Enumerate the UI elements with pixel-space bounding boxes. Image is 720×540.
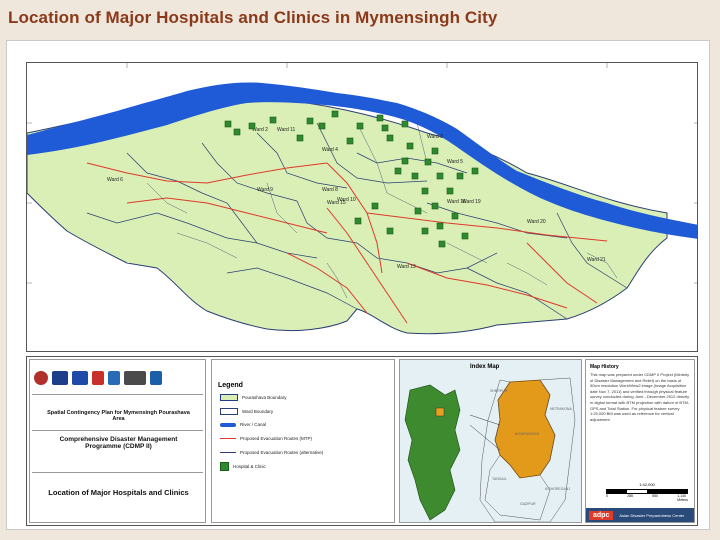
ward-label: Ward 19 — [462, 199, 481, 205]
legend-item: Pourashava Boundary — [220, 394, 287, 401]
scale-unit: Meters — [677, 498, 688, 502]
location-box — [435, 407, 445, 417]
hospital-icon — [331, 110, 339, 118]
hospital-icon — [446, 187, 454, 195]
scale-bar: 1:42,000 0 285 550 1,140 Meters — [606, 482, 688, 502]
ward-label: Ward 3 — [427, 134, 443, 140]
ward-label: Ward 9 — [257, 187, 273, 193]
ward-label: Ward 5 — [447, 159, 463, 165]
hospital-icon — [306, 117, 314, 125]
river-symbol — [220, 422, 236, 427]
hospital-icon — [471, 167, 479, 175]
hospital-symbol — [220, 462, 229, 471]
plan-title: Spatial Contingency Plan for Mymensingh … — [47, 410, 190, 422]
eu-flag-logo — [72, 371, 88, 385]
hospital-icon — [354, 217, 362, 225]
hospital-icon — [406, 142, 414, 150]
legend-title: Legend — [218, 382, 243, 389]
hospital-icon — [224, 120, 232, 128]
hospital-icon — [424, 158, 432, 166]
hospital-icon — [381, 124, 389, 132]
index-label: TANGAIL — [492, 477, 507, 481]
hospital-icon — [248, 122, 256, 130]
legend-item: Proposed Evacuation Routes (MTP) — [220, 436, 312, 441]
hospital-icon — [386, 134, 394, 142]
sweden-flag-logo — [108, 371, 120, 385]
hospital-icon — [421, 227, 429, 235]
hospital-icon — [401, 157, 409, 165]
bangladesh-seal-logo — [34, 371, 48, 385]
organization-name: Asian Disaster Preparedness Center — [619, 512, 685, 518]
hospital-icon — [356, 122, 364, 130]
hospital-icon — [421, 187, 429, 195]
scale-ratio: 1:42,000 — [639, 482, 655, 487]
ward-label: Ward 6 — [107, 177, 123, 183]
ward-label: Ward 20 — [527, 219, 546, 225]
ward-symbol — [220, 408, 238, 415]
legend-item: River / Canal — [220, 422, 266, 427]
index-label: KISHOREGANJ — [545, 487, 570, 491]
hospital-icon — [233, 128, 241, 136]
hospital-icon — [296, 134, 304, 142]
index-label: MYMENSINGH — [515, 432, 540, 436]
hospital-icon — [371, 202, 379, 210]
ward-label: Ward 4 — [322, 147, 338, 153]
hospital-icon — [431, 147, 439, 155]
legend-item: Proposed Evacuation Routes (alternative) — [220, 450, 323, 455]
index-label: NETRAKONA — [550, 407, 572, 411]
main-map: Ward 2 Ward 3 Ward 4 Ward 5 Ward 6 Ward … — [26, 62, 698, 352]
ward-label: Ward 13 — [397, 264, 416, 270]
index-map-svg: SHERPUR NETRAKONA MYMENSINGH TANGAIL KIS… — [404, 377, 576, 522]
hospital-icon — [438, 240, 446, 248]
city-map-svg: Ward 2 Ward 3 Ward 4 Ward 5 Ward 6 Ward … — [27, 63, 697, 335]
ward-label: Ward 11 — [277, 127, 296, 133]
hospital-icon — [431, 202, 439, 210]
hospital-icon — [461, 232, 469, 240]
map-history-title: Map History — [590, 364, 619, 370]
index-label: GAZIPUR — [520, 502, 536, 506]
map-history-text: This map was prepared under CDMP II Proj… — [590, 372, 690, 422]
route-symbol — [220, 438, 236, 439]
ward-label: Ward 15 — [327, 200, 346, 206]
hospital-icon — [386, 227, 394, 235]
norway-flag-logo — [92, 371, 104, 385]
hospital-icon — [269, 116, 277, 124]
legend: Legend Pourashava Boundary Ward Boundary… — [211, 359, 395, 523]
map-title: Location of Major Hospitals and Clinics — [48, 488, 189, 497]
undp-logo — [150, 371, 162, 385]
title-block: Spatial Contingency Plan for Mymensingh … — [29, 359, 206, 523]
hospital-icon — [376, 114, 384, 122]
index-label: SHERPUR — [490, 389, 508, 393]
slide-title: Location of Major Hospitals and Clinics … — [8, 8, 498, 27]
organization-footer: adpc Asian Disaster Preparedness Center — [586, 508, 694, 522]
hospital-icon — [401, 120, 409, 128]
australian-aid-logo — [124, 371, 146, 385]
hospital-icon — [411, 172, 419, 180]
ward-label: Ward 21 — [587, 257, 606, 263]
ward-label: Ward 8 — [322, 187, 338, 193]
mymensingh-district — [494, 379, 556, 479]
hospital-icon — [318, 122, 326, 130]
hospital-icon — [394, 167, 402, 175]
hospital-icon — [451, 212, 459, 220]
hospital-icon — [436, 172, 444, 180]
hospital-icon — [414, 207, 422, 215]
hospital-icon — [436, 222, 444, 230]
alt-route-symbol — [220, 452, 236, 453]
boundary-symbol — [220, 394, 238, 401]
map-history: Map History This map was prepared under … — [585, 359, 695, 523]
legend-item: Hospital & Clinic — [220, 462, 266, 471]
map-info-panel: Spatial Contingency Plan for Mymensingh … — [26, 356, 698, 526]
program-title: Comprehensive Disaster Management Progra… — [59, 436, 178, 450]
hospital-icon — [456, 172, 464, 180]
ukaid-logo — [52, 371, 68, 385]
legend-item: Ward Boundary — [220, 408, 273, 415]
adpc-logo: adpc — [589, 510, 614, 520]
bangladesh-outline — [404, 384, 461, 521]
index-map: Index Map SHERPUR NETRAKONA MYMENSINGH T… — [399, 359, 582, 523]
partner-logos — [34, 366, 204, 390]
hospital-icon — [346, 137, 354, 145]
